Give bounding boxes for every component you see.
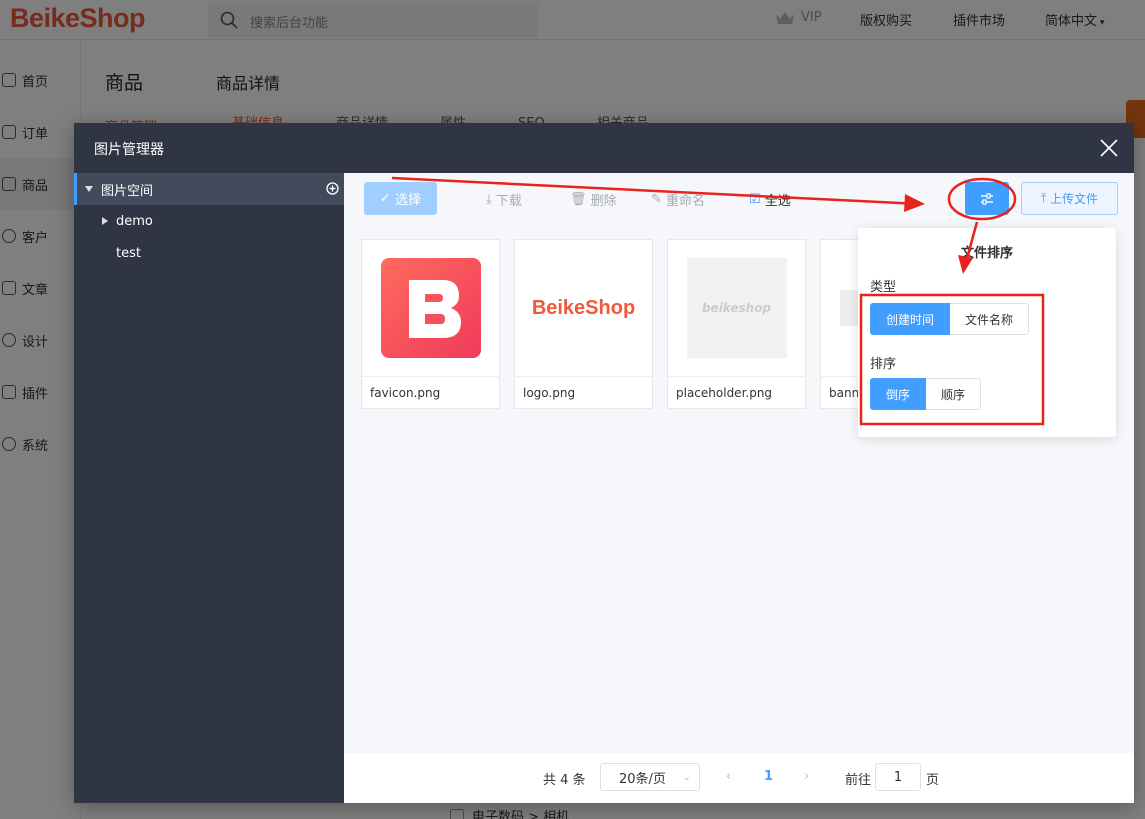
sort-type-file-name[interactable]: 文件名称 bbox=[950, 303, 1029, 335]
sort-order-group: 倒序 顺序 bbox=[870, 378, 981, 410]
caret-right-icon[interactable] bbox=[102, 217, 108, 225]
prev-page-icon[interactable]: ‹ bbox=[726, 769, 731, 784]
sort-button[interactable] bbox=[965, 182, 1009, 215]
tree-node-label: test bbox=[116, 245, 141, 261]
dialog-title: 图片管理器 bbox=[94, 142, 164, 158]
trash-icon: 🗑 bbox=[570, 192, 591, 207]
chevron-down-icon: ⌄ bbox=[682, 771, 691, 783]
rename-button[interactable]: ✎ 重命名 bbox=[651, 190, 705, 209]
close-icon[interactable] bbox=[1098, 137, 1120, 159]
file-name: logo.png bbox=[523, 386, 576, 400]
check-icon: ✓ bbox=[379, 191, 395, 206]
edit-icon: ✎ bbox=[651, 192, 667, 207]
goto-page-input[interactable]: 1 bbox=[875, 763, 921, 791]
file-thumbnail: beikeshop bbox=[668, 240, 805, 377]
rename-label: 重命名 bbox=[666, 194, 706, 209]
sort-type-label: 类型 bbox=[870, 280, 897, 295]
file-thumbnail bbox=[362, 240, 499, 377]
file-card-placeholder[interactable]: beikeshop placeholder.png bbox=[667, 239, 806, 409]
select-button[interactable]: ✓ 选择 bbox=[364, 182, 437, 215]
tree-node-label: 图片空间 bbox=[101, 183, 154, 199]
page-size-value: 20条/页 bbox=[619, 771, 666, 787]
sort-order-asc[interactable]: 顺序 bbox=[926, 378, 981, 410]
file-name: favicon.png bbox=[370, 386, 441, 400]
popover-title: 文件排序 bbox=[960, 246, 1013, 261]
tree-node-demo[interactable]: demo bbox=[74, 205, 344, 237]
upload-button[interactable]: ⤒ 上传文件 bbox=[1021, 182, 1118, 215]
file-name: placeholder.png bbox=[676, 386, 773, 400]
page-suffix: 页 bbox=[926, 773, 940, 788]
sort-order-label: 排序 bbox=[870, 357, 897, 372]
sort-type-group: 创建时间 文件名称 bbox=[870, 303, 1029, 335]
download-button[interactable]: ⤓ 下载 bbox=[486, 190, 522, 209]
download-icon: ⤓ bbox=[486, 192, 496, 207]
upload-icon: ⤒ bbox=[1040, 191, 1051, 205]
select-label: 选择 bbox=[395, 193, 422, 208]
select-all-icon: ☑ bbox=[749, 192, 765, 207]
page-size-select[interactable]: 20条/页 ⌄ bbox=[600, 763, 700, 791]
select-all-label: 全选 bbox=[764, 194, 791, 209]
page-number-current[interactable]: 1 bbox=[764, 769, 773, 784]
file-card-favicon[interactable]: favicon.png bbox=[361, 239, 500, 409]
sliders-icon bbox=[981, 192, 993, 205]
tree-node-root[interactable]: 图片空间 bbox=[74, 173, 344, 205]
upload-label: 上传文件 bbox=[1050, 192, 1099, 206]
next-page-icon[interactable]: › bbox=[804, 769, 809, 784]
add-folder-icon[interactable] bbox=[326, 182, 339, 195]
logo-image: BeikeShop bbox=[531, 296, 636, 319]
select-all-button[interactable]: ☑ 全选 bbox=[749, 190, 791, 209]
sort-order-desc[interactable]: 倒序 bbox=[870, 378, 926, 410]
goto-page-value: 1 bbox=[893, 769, 903, 785]
tree-node-test[interactable]: test bbox=[74, 237, 344, 269]
delete-button[interactable]: 🗑 删除 bbox=[570, 190, 617, 209]
download-label: 下载 bbox=[495, 194, 522, 209]
pagination: 共 4 条 20条/页 ⌄ ‹ 1 › 前往 1 页 bbox=[344, 753, 1134, 803]
image-manager-dialog: 图片管理器 图片空间 demo test ✓ 选择 ⤓ 下载 🗑 删除 ✎ 重命… bbox=[74, 123, 1134, 803]
dialog-header: 图片管理器 bbox=[74, 123, 1134, 173]
favicon-image bbox=[380, 258, 481, 358]
tree-node-label: demo bbox=[116, 213, 153, 229]
delete-label: 删除 bbox=[590, 194, 617, 209]
sort-type-created-time[interactable]: 创建时间 bbox=[870, 303, 950, 335]
file-card-logo[interactable]: BeikeShop logo.png bbox=[514, 239, 653, 409]
sort-popover: 文件排序 类型 创建时间 文件名称 排序 倒序 顺序 bbox=[858, 228, 1116, 437]
caret-down-icon[interactable] bbox=[85, 186, 93, 192]
goto-label: 前往 bbox=[845, 773, 872, 788]
folder-tree: 图片空间 demo test bbox=[74, 173, 344, 803]
file-thumbnail: BeikeShop bbox=[515, 240, 652, 377]
placeholder-image: beikeshop bbox=[686, 258, 787, 358]
total-count: 共 4 条 bbox=[543, 773, 586, 788]
